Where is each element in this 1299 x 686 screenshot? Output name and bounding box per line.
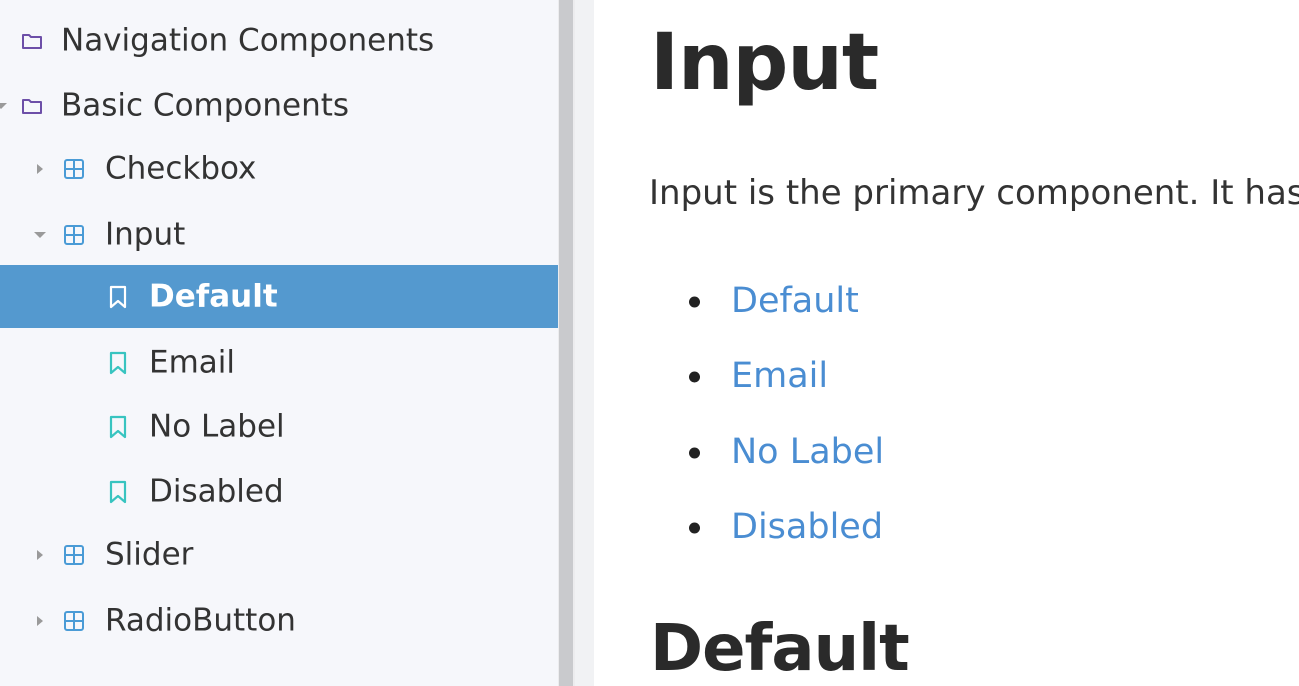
- tree-item-story-disabled[interactable]: Disabled: [0, 460, 558, 523]
- chevron-down-icon[interactable]: [0, 102, 7, 109]
- component-icon: [64, 158, 84, 179]
- scrollbar-thumb[interactable]: [559, 0, 573, 686]
- chevron-right-icon[interactable]: [37, 549, 43, 560]
- tree-item-navigation-components[interactable]: Navigation Components: [0, 9, 558, 72]
- sidebar-tree: Navigation Components Basic Components C…: [0, 0, 558, 686]
- story-link-email[interactable]: Email: [731, 356, 828, 396]
- bookmark-icon: [109, 415, 127, 438]
- tree-item-label: Default: [149, 277, 278, 314]
- bullet-icon: [689, 447, 700, 459]
- tree-item-story-default[interactable]: Default: [0, 265, 558, 328]
- tree-item-label: Basic Components: [61, 86, 350, 123]
- list-item: No Label: [689, 423, 1189, 483]
- tree-item-checkbox[interactable]: Checkbox: [0, 137, 558, 200]
- bullet-icon: [689, 371, 700, 383]
- tree-item-label: Navigation Components: [61, 21, 435, 58]
- bullet-icon: [689, 296, 700, 308]
- tree-item-slider[interactable]: Slider: [0, 523, 558, 586]
- list-item: Email: [689, 347, 1189, 407]
- bullet-icon: [689, 522, 700, 534]
- component-icon: [64, 224, 84, 245]
- chevron-right-icon[interactable]: [37, 163, 43, 174]
- bookmark-icon: [109, 285, 127, 308]
- chevron-down-icon[interactable]: [34, 231, 46, 238]
- tree-item-label: Slider: [105, 535, 194, 572]
- folder-icon: [22, 33, 42, 49]
- tree-item-story-no-label[interactable]: No Label: [0, 395, 558, 458]
- docs-content: Input Input is the primary component. It…: [594, 0, 1299, 686]
- tree-item-label: Checkbox: [105, 149, 257, 186]
- intro-text: Input is the primary component. It has: [649, 173, 1299, 213]
- sidebar-scrollbar[interactable]: [558, 0, 575, 686]
- chevron-right-icon[interactable]: [37, 615, 43, 626]
- list-item: Default: [689, 272, 1189, 332]
- component-icon: [64, 610, 84, 631]
- story-link-default[interactable]: Default: [731, 281, 859, 321]
- tree-item-story-email[interactable]: Email: [0, 331, 558, 394]
- tree-item-label: No Label: [149, 407, 285, 444]
- bookmark-icon: [109, 480, 127, 503]
- page-title: Input: [650, 18, 879, 108]
- folder-icon: [22, 98, 42, 114]
- tree-item-label: Email: [149, 343, 236, 380]
- component-icon: [64, 544, 84, 565]
- tree-item-input[interactable]: Input: [0, 203, 558, 266]
- tree-item-radiobutton[interactable]: RadioButton: [0, 589, 558, 652]
- section-heading: Default: [650, 612, 910, 686]
- story-link-disabled[interactable]: Disabled: [731, 507, 883, 547]
- bookmark-icon: [109, 351, 127, 374]
- tree-item-label: Input: [105, 215, 186, 252]
- tree-item-label: RadioButton: [105, 601, 296, 638]
- panel-divider[interactable]: [575, 0, 594, 686]
- tree-item-basic-components[interactable]: Basic Components: [0, 74, 558, 137]
- tree-item-label: Disabled: [149, 472, 284, 509]
- story-link-no-label[interactable]: No Label: [731, 432, 884, 472]
- list-item: Disabled: [689, 498, 1189, 558]
